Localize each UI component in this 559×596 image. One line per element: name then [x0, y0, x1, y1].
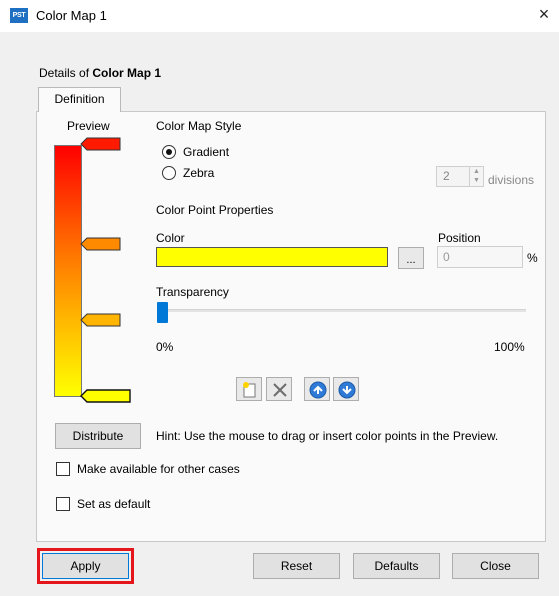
tab-definition[interactable]: Definition	[38, 87, 121, 112]
window-title: Color Map 1	[36, 8, 107, 23]
divisions-spinbox[interactable]: 2 ▲ ▼	[436, 166, 484, 187]
set-as-default-label: Set as default	[77, 497, 151, 511]
delete-icon	[273, 383, 287, 397]
transparency-max-label: 100%	[494, 340, 525, 354]
move-down-icon	[338, 381, 356, 399]
position-input[interactable]: 0	[437, 246, 523, 268]
title-bar: PST Color Map 1 ×	[0, 0, 559, 32]
window-close-button[interactable]: ×	[529, 0, 559, 30]
move-down-button[interactable]	[333, 377, 359, 401]
insert-point-button[interactable]	[236, 377, 262, 401]
color-label: Color	[156, 231, 185, 245]
color-point-properties-heading: Color Point Properties	[156, 203, 274, 217]
divisions-label: divisions	[488, 173, 535, 187]
zebra-radio[interactable]	[162, 166, 176, 180]
make-available-label: Make available for other cases	[77, 462, 240, 476]
reset-button[interactable]: Reset	[253, 553, 340, 579]
app-icon: PST	[10, 8, 28, 23]
apply-button[interactable]: Apply	[42, 553, 129, 579]
make-available-checkbox[interactable]	[56, 462, 70, 476]
transparency-slider[interactable]	[158, 309, 526, 312]
move-up-icon	[309, 381, 327, 399]
transparency-slider-thumb[interactable]	[157, 302, 168, 323]
delete-point-button[interactable]	[266, 377, 292, 401]
gradient-label: Gradient	[183, 145, 230, 159]
divisions-stepper[interactable]: ▲ ▼	[469, 167, 483, 186]
zebra-label: Zebra	[183, 166, 215, 180]
close-button[interactable]: Close	[452, 553, 539, 579]
distribute-button[interactable]: Distribute	[55, 423, 141, 449]
position-label: Position	[438, 231, 481, 245]
details-name: Color Map 1	[92, 66, 162, 80]
color-swatch[interactable]	[156, 247, 388, 267]
color-point-marker[interactable]	[80, 237, 122, 251]
color-map-preview[interactable]	[54, 145, 82, 397]
details-prefix: Details of	[39, 66, 93, 80]
move-up-button[interactable]	[304, 377, 330, 401]
hint-text: Hint: Use the mouse to drag or insert co…	[156, 429, 499, 443]
color-point-marker-selected[interactable]	[80, 389, 132, 403]
color-map-style-heading: Color Map Style	[156, 119, 242, 133]
divisions-value: 2	[443, 169, 450, 183]
new-point-icon	[243, 382, 256, 398]
transparency-label: Transparency	[156, 285, 229, 299]
defaults-button[interactable]: Defaults	[353, 553, 440, 579]
color-point-marker[interactable]	[80, 137, 122, 151]
gradient-radio[interactable]	[162, 145, 176, 159]
preview-label: Preview	[67, 119, 110, 133]
transparency-min-label: 0%	[156, 340, 174, 354]
set-as-default-checkbox[interactable]	[56, 497, 70, 511]
color-point-marker[interactable]	[80, 313, 122, 327]
color-picker-button[interactable]: ...	[398, 247, 424, 269]
position-unit: %	[527, 251, 538, 265]
details-title: Details of Color Map 1	[39, 66, 161, 80]
